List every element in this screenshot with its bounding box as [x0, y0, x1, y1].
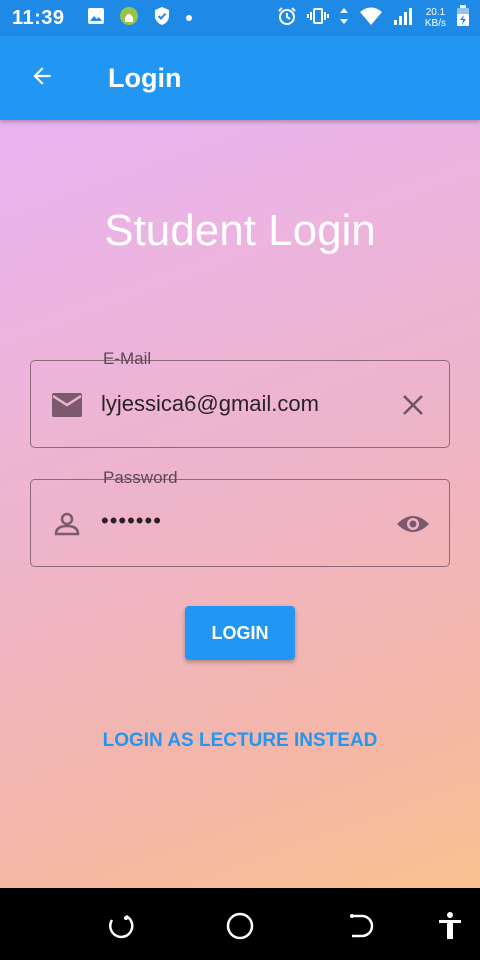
email-field[interactable]: E-Mail lyjessica6@gmail.com — [30, 349, 450, 448]
notification-icons — [87, 6, 193, 31]
back-nav-button[interactable] — [342, 908, 378, 944]
login-button[interactable]: LOGIN — [185, 606, 295, 660]
back-nav-icon — [350, 914, 374, 938]
vibrate-icon — [306, 6, 329, 31]
password-input[interactable]: ••••••• — [101, 508, 162, 534]
navigation-bar — [0, 888, 480, 960]
clear-button[interactable] — [395, 387, 431, 423]
person-icon — [51, 508, 83, 540]
login-content: Student Login E-Mail lyjessica6@gmail.co… — [0, 120, 480, 888]
eye-icon — [397, 516, 429, 532]
password-field[interactable]: Password ••••••• — [30, 468, 450, 567]
recents-button[interactable] — [102, 908, 138, 944]
image-icon — [87, 7, 105, 30]
accessibility-button[interactable] — [432, 908, 468, 944]
email-field-label: E-Mail — [103, 349, 152, 368]
home-icon — [226, 912, 254, 940]
toggle-visibility-button[interactable] — [395, 506, 431, 542]
shield-icon — [153, 6, 171, 31]
dot-icon — [185, 9, 193, 27]
android-debug-icon — [119, 6, 139, 31]
arrow-back-icon — [29, 63, 55, 94]
password-field-label: Password — [103, 468, 178, 487]
app-bar-title: Login — [108, 62, 182, 93]
status-time: 11:39 — [12, 6, 65, 29]
net-speed-unit: KB/s — [424, 18, 446, 29]
page-title: Student Login — [104, 206, 376, 255]
close-icon — [403, 395, 423, 415]
email-input[interactable]: lyjessica6@gmail.com — [101, 391, 319, 417]
net-speed-value: 20.1 — [425, 7, 446, 18]
status-bar: 11:39 20.1 KB/s — [0, 0, 480, 36]
data-arrows-icon — [339, 7, 349, 30]
alarm-icon — [277, 6, 297, 31]
recents-icon — [109, 914, 134, 939]
wifi-icon — [359, 6, 383, 31]
battery-icon — [456, 4, 470, 32]
system-icons: 20.1 KB/s — [277, 4, 470, 32]
home-button[interactable] — [222, 908, 258, 944]
login-as-lecture-link[interactable]: LOGIN AS LECTURE INSTEAD — [0, 730, 480, 752]
back-button[interactable] — [14, 50, 70, 106]
app-bar: Login — [0, 36, 480, 120]
accessibility-icon — [439, 912, 461, 939]
net-speed: 20.1 KB/s — [425, 7, 446, 29]
email-icon — [51, 389, 83, 421]
signal-icon — [393, 6, 415, 31]
